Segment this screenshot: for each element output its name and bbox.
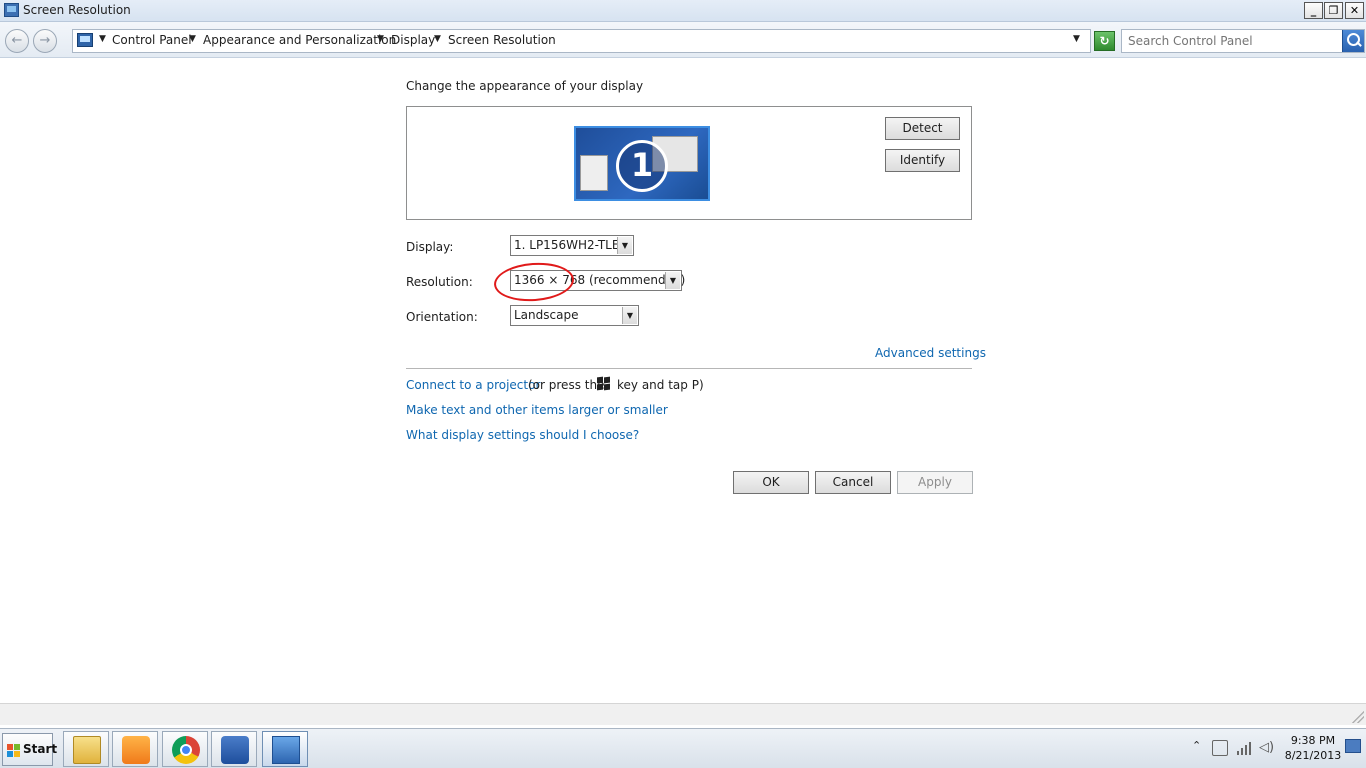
text-size-link[interactable]: Make text and other items larger or smal…	[406, 403, 668, 417]
orientation-value: Landscape	[514, 308, 579, 322]
projector-hint-text: (or press the	[528, 378, 605, 392]
resize-grip[interactable]	[1352, 711, 1364, 723]
display-label: Display:	[406, 240, 454, 254]
orientation-label: Orientation:	[406, 310, 478, 324]
ok-button[interactable]: OK	[733, 471, 809, 494]
red-annotation-circle	[492, 260, 576, 304]
display-select[interactable]: 1. LP156WH2-TLE1 ▼	[510, 235, 634, 256]
breadcrumb-control-panel[interactable]: Control Panel	[112, 33, 192, 47]
windows-key-icon	[597, 376, 611, 391]
apply-button[interactable]: Apply	[897, 471, 973, 494]
power-icon[interactable]	[1212, 740, 1228, 756]
orientation-select[interactable]: Landscape ▼	[510, 305, 639, 326]
status-bar	[0, 703, 1366, 725]
monitor-1-thumbnail[interactable]: 1	[574, 126, 710, 201]
identify-button[interactable]: Identify	[885, 149, 960, 172]
title-bar[interactable]: Screen Resolution _ ❐ ✕	[0, 0, 1366, 22]
file-explorer-icon	[73, 736, 101, 764]
monitor-number: 1	[616, 140, 668, 192]
clock-time: 9:38 PM	[1290, 734, 1336, 747]
search-input[interactable]	[1122, 30, 1340, 52]
show-desktop-button[interactable]	[1345, 739, 1361, 753]
divider	[406, 368, 972, 369]
clock-date: 8/21/2013	[1284, 749, 1342, 762]
projector-hint-text-end: key and tap P)	[617, 378, 704, 392]
taskbar: Start ⌃ ◁) 9:38 PM 8/21/2013	[0, 728, 1366, 768]
taskbar-messenger[interactable]	[211, 731, 257, 767]
cancel-button[interactable]: Cancel	[815, 471, 891, 494]
window-title: Screen Resolution	[23, 3, 131, 17]
messenger-icon	[221, 736, 249, 764]
display-icon	[4, 3, 19, 17]
chevron-down-icon[interactable]: ▼	[622, 307, 637, 324]
taskbar-clock[interactable]: 9:38 PM 8/21/2013	[1284, 733, 1342, 763]
chrome-icon	[172, 736, 200, 764]
address-bar: ← → ▼ Control Panel ▼ Appearance and Per…	[0, 22, 1366, 58]
windows-logo-icon	[7, 744, 21, 757]
back-button[interactable]: ←	[5, 29, 29, 53]
display-settings-icon	[272, 736, 300, 764]
chevron-down-icon[interactable]: ▼	[189, 34, 196, 44]
start-label: Start	[23, 742, 58, 756]
window-thumbnail	[580, 155, 608, 191]
chevron-down-icon[interactable]: ▼	[617, 237, 632, 254]
monitor-arrangement-panel: 1 Detect Identify	[406, 106, 972, 220]
display-help-link[interactable]: What display settings should I choose?	[406, 428, 639, 442]
screen-resolution-window: Screen Resolution _ ❐ ✕ ← → ▼ Control Pa…	[0, 0, 1366, 728]
main-content: Change the appearance of your display 1 …	[0, 59, 1366, 703]
chevron-down-icon[interactable]: ▼	[99, 34, 106, 44]
taskbar-file-explorer[interactable]	[63, 731, 109, 767]
close-button[interactable]: ✕	[1345, 2, 1364, 19]
detect-button[interactable]: Detect	[885, 117, 960, 140]
breadcrumb-appearance[interactable]: Appearance and Personalization	[203, 33, 396, 47]
chevron-down-icon[interactable]: ▼	[377, 34, 384, 44]
media-player-icon	[122, 736, 150, 764]
refresh-button[interactable]: ↻	[1094, 31, 1115, 51]
chevron-down-icon[interactable]: ▼	[434, 34, 441, 44]
breadcrumb[interactable]: ▼ Control Panel ▼ Appearance and Persona…	[72, 29, 1091, 53]
network-icon[interactable]	[1236, 740, 1252, 756]
taskbar-media-player[interactable]	[112, 731, 158, 767]
volume-icon[interactable]: ◁)	[1259, 740, 1275, 756]
breadcrumb-display[interactable]: Display	[391, 33, 435, 47]
breadcrumb-screen-resolution[interactable]: Screen Resolution	[448, 33, 556, 47]
address-dropdown-icon[interactable]: ▼	[1073, 34, 1080, 44]
maximize-button[interactable]: ❐	[1324, 2, 1343, 19]
taskbar-screen-resolution[interactable]	[262, 731, 308, 767]
advanced-settings-link[interactable]: Advanced settings	[875, 346, 986, 360]
connect-projector-link[interactable]: Connect to a projector	[406, 378, 540, 392]
page-title: Change the appearance of your display	[406, 79, 644, 93]
display-value: 1. LP156WH2-TLE1	[514, 238, 628, 252]
search-box[interactable]	[1121, 29, 1365, 53]
forward-button[interactable]: →	[33, 29, 57, 53]
chevron-down-icon[interactable]: ▼	[665, 272, 680, 289]
minimize-button[interactable]: _	[1304, 2, 1323, 19]
start-button[interactable]: Start	[2, 733, 57, 766]
taskbar-chrome[interactable]	[162, 731, 208, 767]
resolution-label: Resolution:	[406, 275, 473, 289]
control-panel-icon	[77, 33, 93, 47]
search-icon[interactable]	[1342, 30, 1364, 52]
show-hidden-icons-button[interactable]: ⌃	[1192, 739, 1201, 752]
